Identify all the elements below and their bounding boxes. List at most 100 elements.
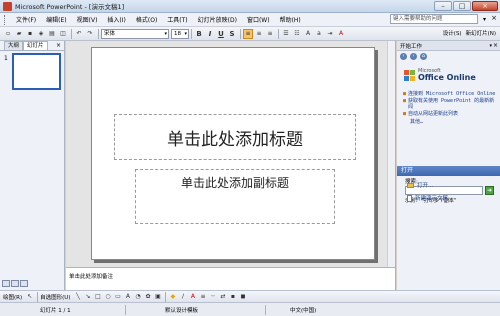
menu-edit[interactable]: 编辑(E) [41, 15, 71, 24]
font-color-icon[interactable]: A [336, 29, 346, 39]
notes-placeholder: 单击此处添加备注 [69, 274, 114, 280]
link-latest-news[interactable]: ■ 获取有关使用 PowerPoint 的最新新闻 [403, 98, 497, 110]
menu-help[interactable]: 帮助(H) [275, 15, 306, 24]
slide-canvas[interactable]: 单击此处添加标题 单击此处添加副标题 [91, 47, 375, 260]
design-button[interactable]: 设计(S) [443, 29, 462, 37]
indent-icon[interactable]: ⇥ [325, 29, 335, 39]
decrease-font-icon[interactable]: a [314, 29, 324, 39]
menu-tools[interactable]: 工具(T) [162, 15, 192, 24]
arrow-icon[interactable]: ↘ [83, 293, 92, 301]
increase-font-icon[interactable]: A [303, 29, 313, 39]
bullets-icon[interactable]: ☷ [292, 29, 302, 39]
close-icon[interactable]: × [493, 42, 498, 49]
redo-icon[interactable]: ↷ [85, 29, 95, 39]
status-slide: 幻灯片 1 / 1 [40, 308, 71, 314]
rectangle-icon[interactable]: □ [93, 293, 102, 301]
font-select[interactable]: 宋体 ▾ [101, 28, 169, 39]
textbox-icon[interactable]: ▭ [113, 293, 122, 301]
close-document-icon[interactable]: × [491, 14, 497, 22]
notes-pane[interactable]: 单击此处添加备注 [66, 267, 396, 290]
forward-icon[interactable]: › [410, 53, 417, 60]
new-slide-button[interactable]: 新幻灯片(N) [466, 29, 496, 37]
link-office-online[interactable]: ■ 连接到 Microsoft Office Online [403, 91, 497, 97]
task-pane: 开始工作 ▾ × ‹ › ⌂ Microsoft Office Online ■… [397, 41, 500, 290]
line-style-icon[interactable]: ≡ [198, 293, 207, 301]
window-title: Microsoft PowerPoint - [演示文稿1] [15, 3, 125, 11]
line-icon[interactable]: ╲ [73, 293, 82, 301]
toolbar-separator [278, 28, 279, 39]
menu-file[interactable]: 文件(F) [11, 15, 41, 24]
status-language: 中文(中国) [290, 308, 317, 314]
permission-icon[interactable]: ◈ [36, 29, 46, 39]
close-button[interactable]: × [472, 1, 498, 11]
toolbar-separator [37, 291, 39, 302]
align-center-icon[interactable]: ≡ [254, 29, 264, 39]
shadow-button[interactable]: S [227, 29, 237, 39]
help-search-input[interactable]: 键入需要帮助的问题 [390, 14, 478, 24]
help-dropdown-icon[interactable]: ▾ [483, 16, 486, 23]
new-presentation-item[interactable]: 新建演示文稿... [407, 194, 453, 202]
undo-icon[interactable]: ↶ [74, 29, 84, 39]
wordart-icon[interactable]: A [123, 293, 132, 301]
tab-slides[interactable]: 幻灯片 [23, 41, 48, 50]
subtitle-placeholder[interactable]: 单击此处添加副标题 [135, 169, 335, 224]
chevron-down-icon[interactable]: ▾ [489, 43, 492, 49]
logo-text: Microsoft Office Online [418, 68, 476, 82]
save-icon[interactable]: ▪ [25, 29, 35, 39]
menu-window[interactable]: 窗口(W) [242, 15, 275, 24]
folder-icon [407, 182, 414, 188]
align-left-icon[interactable]: ≡ [243, 28, 253, 39]
line-color-icon[interactable]: ∕ [178, 293, 187, 301]
menu-format[interactable]: 格式(O) [131, 15, 162, 24]
open-icon[interactable]: ▰ [14, 29, 24, 39]
draw-menu[interactable]: 绘图(R) [3, 293, 22, 301]
slide-sorter-icon[interactable] [11, 280, 19, 287]
arrow-style-icon[interactable]: ⇄ [218, 293, 227, 301]
slide-number: 1 [4, 55, 8, 62]
underline-button[interactable]: U [216, 29, 226, 39]
preview-icon[interactable]: ◫ [58, 29, 68, 39]
autoshapes-menu[interactable]: 自选图形(U) [40, 293, 70, 301]
bold-button[interactable]: B [194, 29, 204, 39]
picture-icon[interactable]: ▣ [153, 293, 162, 301]
shadow-style-icon[interactable]: ▪ [228, 293, 237, 301]
new-icon[interactable]: ▫ [3, 29, 13, 39]
vertical-scrollbar[interactable] [387, 41, 395, 267]
font-size-select[interactable]: 18 ▾ [171, 28, 189, 39]
clipart-icon[interactable]: ✿ [143, 293, 152, 301]
tab-outline[interactable]: 大纲 [4, 41, 24, 50]
3d-style-icon[interactable]: ◼ [238, 293, 247, 301]
menu-insert[interactable]: 插入(I) [102, 15, 130, 24]
minimize-button[interactable]: – [434, 1, 452, 11]
print-icon[interactable]: ▤ [47, 29, 57, 39]
open-item[interactable]: 打开... [407, 181, 433, 189]
maximize-button[interactable]: □ [453, 1, 471, 11]
toolbar-grip[interactable] [4, 14, 7, 25]
menu-slideshow[interactable]: 幻灯片放映(D) [193, 15, 242, 24]
menu-view[interactable]: 视图(V) [72, 15, 103, 24]
diagram-icon[interactable]: ◔ [133, 293, 142, 301]
numbering-icon[interactable]: ☰ [281, 29, 291, 39]
align-right-icon[interactable]: ≡ [265, 29, 275, 39]
font-name: 宋体 [104, 30, 116, 37]
toolbar-separator [98, 28, 99, 39]
italic-button[interactable]: I [205, 29, 215, 39]
font-color-icon[interactable]: A [188, 293, 197, 301]
home-icon[interactable]: ⌂ [420, 53, 427, 60]
close-icon[interactable]: × [56, 42, 61, 49]
link-auto-update[interactable]: ■ 自动从网站更新此列表 [403, 111, 497, 117]
slide-thumbnail[interactable] [12, 53, 61, 90]
select-arrow-icon[interactable]: ↖ [25, 293, 34, 301]
toolbar-separator [240, 28, 241, 39]
title-placeholder[interactable]: 单击此处添加标题 [114, 114, 356, 160]
go-arrow-icon[interactable]: ➜ [485, 186, 494, 195]
dash-style-icon[interactable]: ┄ [208, 293, 217, 301]
more-link[interactable]: 其他… [403, 118, 497, 125]
toolbar-right: 设计(S) 新幻灯片(N) [443, 29, 496, 37]
bullet-icon: ■ [403, 98, 407, 104]
fill-color-icon[interactable]: ◆ [168, 293, 177, 301]
slideshow-view-icon[interactable] [20, 280, 28, 287]
back-icon[interactable]: ‹ [400, 53, 407, 60]
oval-icon[interactable]: ○ [103, 293, 112, 301]
normal-view-icon[interactable] [2, 280, 10, 287]
